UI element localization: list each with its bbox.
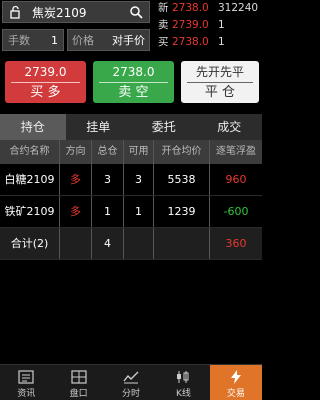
buy-price: 2739.0 <box>24 65 67 79</box>
close-label: 平 仓 <box>187 82 253 102</box>
tab-bar: 持仓 挂单 委托 成交 <box>0 114 262 140</box>
floating-pnl: -600 <box>223 205 249 218</box>
contract-name: 白糖2109 <box>0 164 60 195</box>
quote-ask: 卖 2739.0 1 <box>158 19 225 31</box>
lightning-icon <box>210 368 262 386</box>
total-available-empty <box>124 228 154 259</box>
unlock-icon <box>10 5 20 19</box>
price-field[interactable]: 价格 对手价 <box>67 29 150 51</box>
header-available[interactable]: 可用 <box>124 140 154 164</box>
close-priority: 先开先平 <box>195 65 244 79</box>
open-price: 1239 <box>154 196 210 227</box>
close-position-button[interactable]: 先开先平 平 仓 <box>181 61 259 103</box>
sell-short-button[interactable]: 2738.0 卖 空 <box>93 61 174 103</box>
table-row[interactable]: 白糖2109 多 3 3 5538 960 <box>0 164 262 196</box>
table-total-row: 合计(2) 4 360 <box>0 228 262 260</box>
header-total[interactable]: 总仓 <box>92 140 124 164</box>
quote-bid: 买 2738.0 1 <box>158 36 225 48</box>
nav-news[interactable]: 资讯 <box>0 365 52 400</box>
nav-trade[interactable]: 交易 <box>209 365 263 400</box>
total-pnl: 360 <box>225 237 247 250</box>
total-direction-empty <box>60 228 92 259</box>
open-price: 5538 <box>154 164 210 195</box>
quantity-value: 1 <box>51 33 58 47</box>
total-position: 3 <box>92 164 124 195</box>
tab-positions[interactable]: 持仓 <box>0 114 66 140</box>
header-contract[interactable]: 合约名称 <box>0 140 60 164</box>
tab-orders[interactable]: 委托 <box>131 114 197 140</box>
tab-trades[interactable]: 成交 <box>197 114 263 140</box>
total-position-sum: 4 <box>92 228 124 259</box>
table-row[interactable]: 铁矿2109 多 1 1 1239 -600 <box>0 196 262 228</box>
quote-panel: 新 2738.0 312240 卖 2739.0 1 买 2738.0 1 <box>158 0 262 51</box>
buy-long-button[interactable]: 2739.0 买 多 <box>5 61 86 103</box>
nav-timeshare[interactable]: 分时 <box>105 365 157 400</box>
floating-pnl: 960 <box>225 173 247 186</box>
total-label: 合计(2) <box>0 228 60 259</box>
news-icon <box>0 368 52 386</box>
candlestick-icon <box>157 368 209 386</box>
quantity-label: 手数 <box>8 34 30 47</box>
direction: 多 <box>60 196 92 227</box>
total-price-empty <box>154 228 210 259</box>
price-value: 对手价 <box>112 34 145 47</box>
bottom-nav: 资讯 盘口 分时 K线 交易 <box>0 364 263 400</box>
available-position: 3 <box>124 164 154 195</box>
line-chart-icon <box>105 368 157 386</box>
tab-pending[interactable]: 挂单 <box>66 114 132 140</box>
nav-kline[interactable]: K线 <box>157 365 209 400</box>
contract-name: 铁矿2109 <box>0 196 60 227</box>
buy-label: 买 多 <box>11 82 80 102</box>
action-buttons: 2739.0 买 多 2738.0 卖 空 先开先平 平 仓 <box>0 61 262 105</box>
sell-price: 2738.0 <box>112 65 155 79</box>
quote-last: 新 2738.0 312240 <box>158 2 259 14</box>
price-label: 价格 <box>72 34 94 47</box>
positions-table: 合约名称 方向 总仓 可用 开仓均价 逐笔浮盈 白糖2109 多 3 3 553… <box>0 140 262 260</box>
sell-label: 卖 空 <box>99 82 168 102</box>
header-direction[interactable]: 方向 <box>60 140 92 164</box>
orderbook-icon <box>52 368 104 386</box>
header-open-price[interactable]: 开仓均价 <box>154 140 210 164</box>
table-header: 合约名称 方向 总仓 可用 开仓均价 逐笔浮盈 <box>0 140 262 164</box>
search-icon[interactable] <box>129 5 143 19</box>
total-position: 1 <box>92 196 124 227</box>
direction: 多 <box>60 164 92 195</box>
available-position: 1 <box>124 196 154 227</box>
symbol-name: 焦炭2109 <box>32 5 87 20</box>
order-panel: 焦炭2109 手数 1 价格 对手价 新 2738.0 312240 卖 273… <box>0 0 262 56</box>
nav-orderbook[interactable]: 盘口 <box>52 365 104 400</box>
symbol-selector[interactable]: 焦炭2109 <box>2 1 150 23</box>
quantity-field[interactable]: 手数 1 <box>2 29 64 51</box>
header-pnl[interactable]: 逐笔浮盈 <box>210 140 262 164</box>
